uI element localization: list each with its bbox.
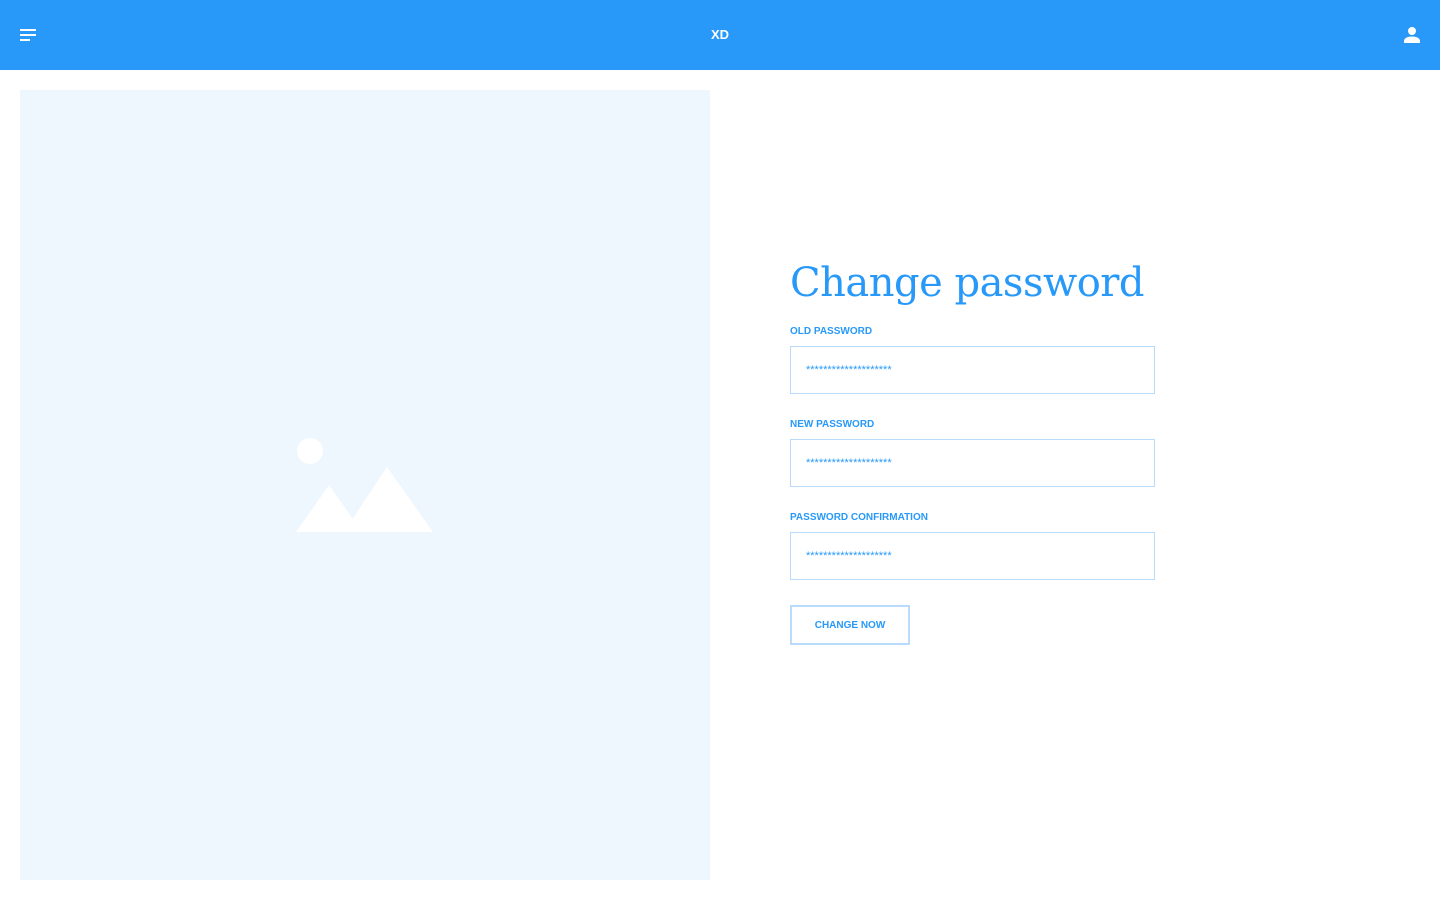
new-password-input[interactable] — [790, 439, 1155, 487]
change-password-form: Change password OLD PASSWORD NEW PASSWOR… — [790, 258, 1155, 645]
hero-image-placeholder — [20, 90, 710, 880]
old-password-input[interactable] — [790, 346, 1155, 394]
top-navigation-bar: XD — [0, 0, 1440, 70]
new-password-label: NEW PASSWORD — [790, 419, 875, 430]
brand-logo: XD — [710, 27, 730, 42]
password-confirmation-input[interactable] — [790, 532, 1155, 580]
menu-button[interactable] — [14, 21, 42, 49]
change-now-button[interactable]: CHANGE NOW — [790, 605, 910, 645]
page-title: Change password — [790, 260, 1145, 306]
password-confirmation-label: PASSWORD CONFIRMATION — [790, 512, 928, 523]
user-icon — [1404, 27, 1420, 43]
user-account-button[interactable] — [1398, 21, 1426, 49]
menu-icon — [20, 29, 36, 41]
old-password-label: OLD PASSWORD — [790, 326, 873, 337]
image-placeholder-icon — [296, 438, 433, 532]
